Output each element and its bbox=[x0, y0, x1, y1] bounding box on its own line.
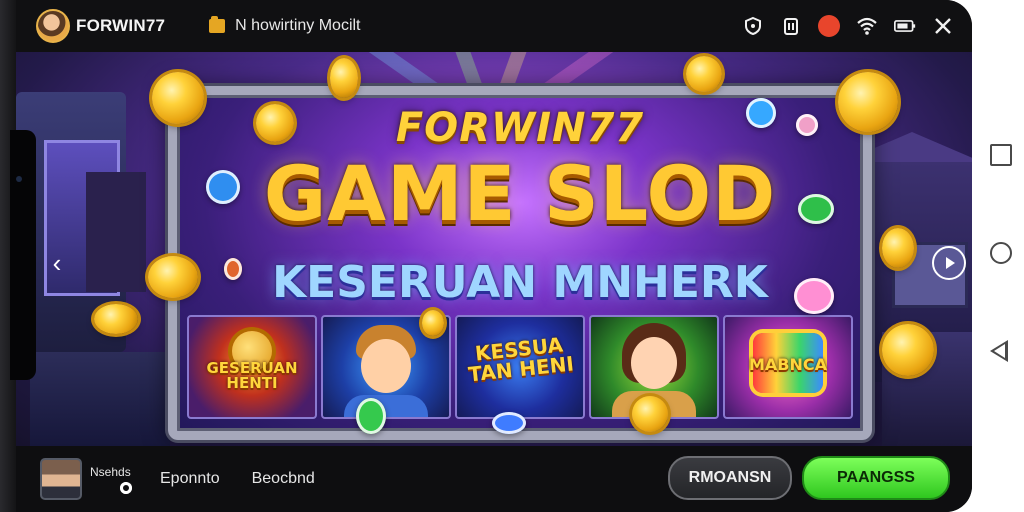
back-icon[interactable] bbox=[990, 340, 1008, 362]
bottom-link-1[interactable]: Eponnto bbox=[160, 470, 220, 488]
brand-avatar[interactable] bbox=[36, 9, 70, 43]
home-icon[interactable] bbox=[990, 242, 1012, 264]
pink-chip-icon bbox=[796, 114, 818, 136]
game-card[interactable]: MABNCA bbox=[723, 315, 853, 419]
android-nav-bar bbox=[972, 0, 1024, 512]
game-cards: GESERUAN HENTI KESSUA TAN HENI MABNCA bbox=[187, 315, 853, 419]
blue-chip-icon bbox=[746, 98, 776, 128]
record-icon[interactable] bbox=[818, 15, 840, 37]
user-block: Nsehds bbox=[90, 465, 132, 494]
gold-coin-icon bbox=[256, 104, 294, 142]
user-name[interactable]: Nsehds bbox=[90, 465, 131, 479]
status-badge-icon bbox=[120, 481, 132, 494]
green-chip-icon bbox=[356, 398, 386, 434]
gold-coin-icon bbox=[152, 72, 204, 124]
gold-coin-icon bbox=[330, 58, 358, 98]
gold-coin-icon bbox=[94, 304, 138, 334]
camera-lens bbox=[16, 176, 22, 182]
character-face bbox=[631, 337, 677, 389]
character-face bbox=[361, 339, 411, 393]
bottom-bar: Nsehds Eponnto Beocbnd RMOANSN PAANGSS bbox=[16, 446, 972, 512]
close-icon[interactable] bbox=[932, 15, 954, 37]
user-avatar[interactable] bbox=[40, 458, 82, 500]
gold-coin-icon bbox=[882, 228, 914, 268]
shield-icon[interactable] bbox=[742, 15, 764, 37]
brand-name[interactable]: FORWIN77 bbox=[76, 16, 165, 36]
banner-tagline: KESERUAN MNHERK bbox=[272, 257, 768, 308]
pink-chip-icon bbox=[794, 278, 834, 314]
game-card-label: KESSUA TAN HENI bbox=[467, 332, 575, 387]
tab-title[interactable]: N howirtiny Mocilt bbox=[235, 17, 360, 35]
camera-notch bbox=[10, 130, 36, 380]
play-icon bbox=[946, 257, 955, 269]
chevron-left-icon: ‹ bbox=[52, 247, 62, 278]
gold-coin-icon bbox=[148, 256, 198, 298]
gold-coin-icon bbox=[422, 310, 444, 336]
promo-banner[interactable]: FORWIN77 GAME SLOD KESERUAN MNHERK GESER… bbox=[16, 52, 972, 446]
orange-chip-icon bbox=[224, 258, 242, 280]
recents-icon[interactable] bbox=[990, 144, 1012, 166]
status-icons bbox=[742, 0, 954, 52]
phone-frame: FORWIN77 N howirtiny Mocilt FORWIN77 GAM… bbox=[0, 0, 972, 512]
wifi-icon bbox=[856, 15, 878, 37]
game-card-label: GESERUAN HENTI bbox=[206, 359, 298, 392]
game-card[interactable]: KESSUA TAN HENI bbox=[455, 315, 585, 419]
bottom-link-2[interactable]: Beocbnd bbox=[252, 470, 315, 488]
background-arcade-base bbox=[30, 352, 170, 446]
clipboard-icon[interactable] bbox=[780, 15, 802, 37]
gold-coin-icon bbox=[838, 72, 898, 132]
background-building bbox=[86, 172, 146, 292]
folder-icon bbox=[209, 16, 226, 33]
primary-button[interactable]: PAANGSS bbox=[802, 456, 950, 500]
game-card[interactable]: GESERUAN HENTI bbox=[187, 315, 317, 419]
green-chip-icon bbox=[798, 194, 834, 224]
game-card-label: MABNCA bbox=[748, 355, 827, 374]
gold-coin-icon bbox=[632, 396, 668, 432]
top-bar: FORWIN77 N howirtiny Mocilt bbox=[16, 0, 972, 52]
secondary-button[interactable]: RMOANSN bbox=[668, 456, 792, 500]
gold-coin-icon bbox=[686, 56, 722, 92]
carousel-next-button[interactable] bbox=[932, 246, 966, 280]
gold-coin-icon bbox=[882, 324, 934, 376]
blue-chip-icon bbox=[206, 170, 240, 204]
banner-headline: GAME SLOD bbox=[263, 149, 777, 238]
carousel-prev-button[interactable]: ‹ bbox=[42, 248, 72, 278]
blue-chip-icon bbox=[492, 412, 526, 434]
battery-icon bbox=[894, 15, 916, 37]
